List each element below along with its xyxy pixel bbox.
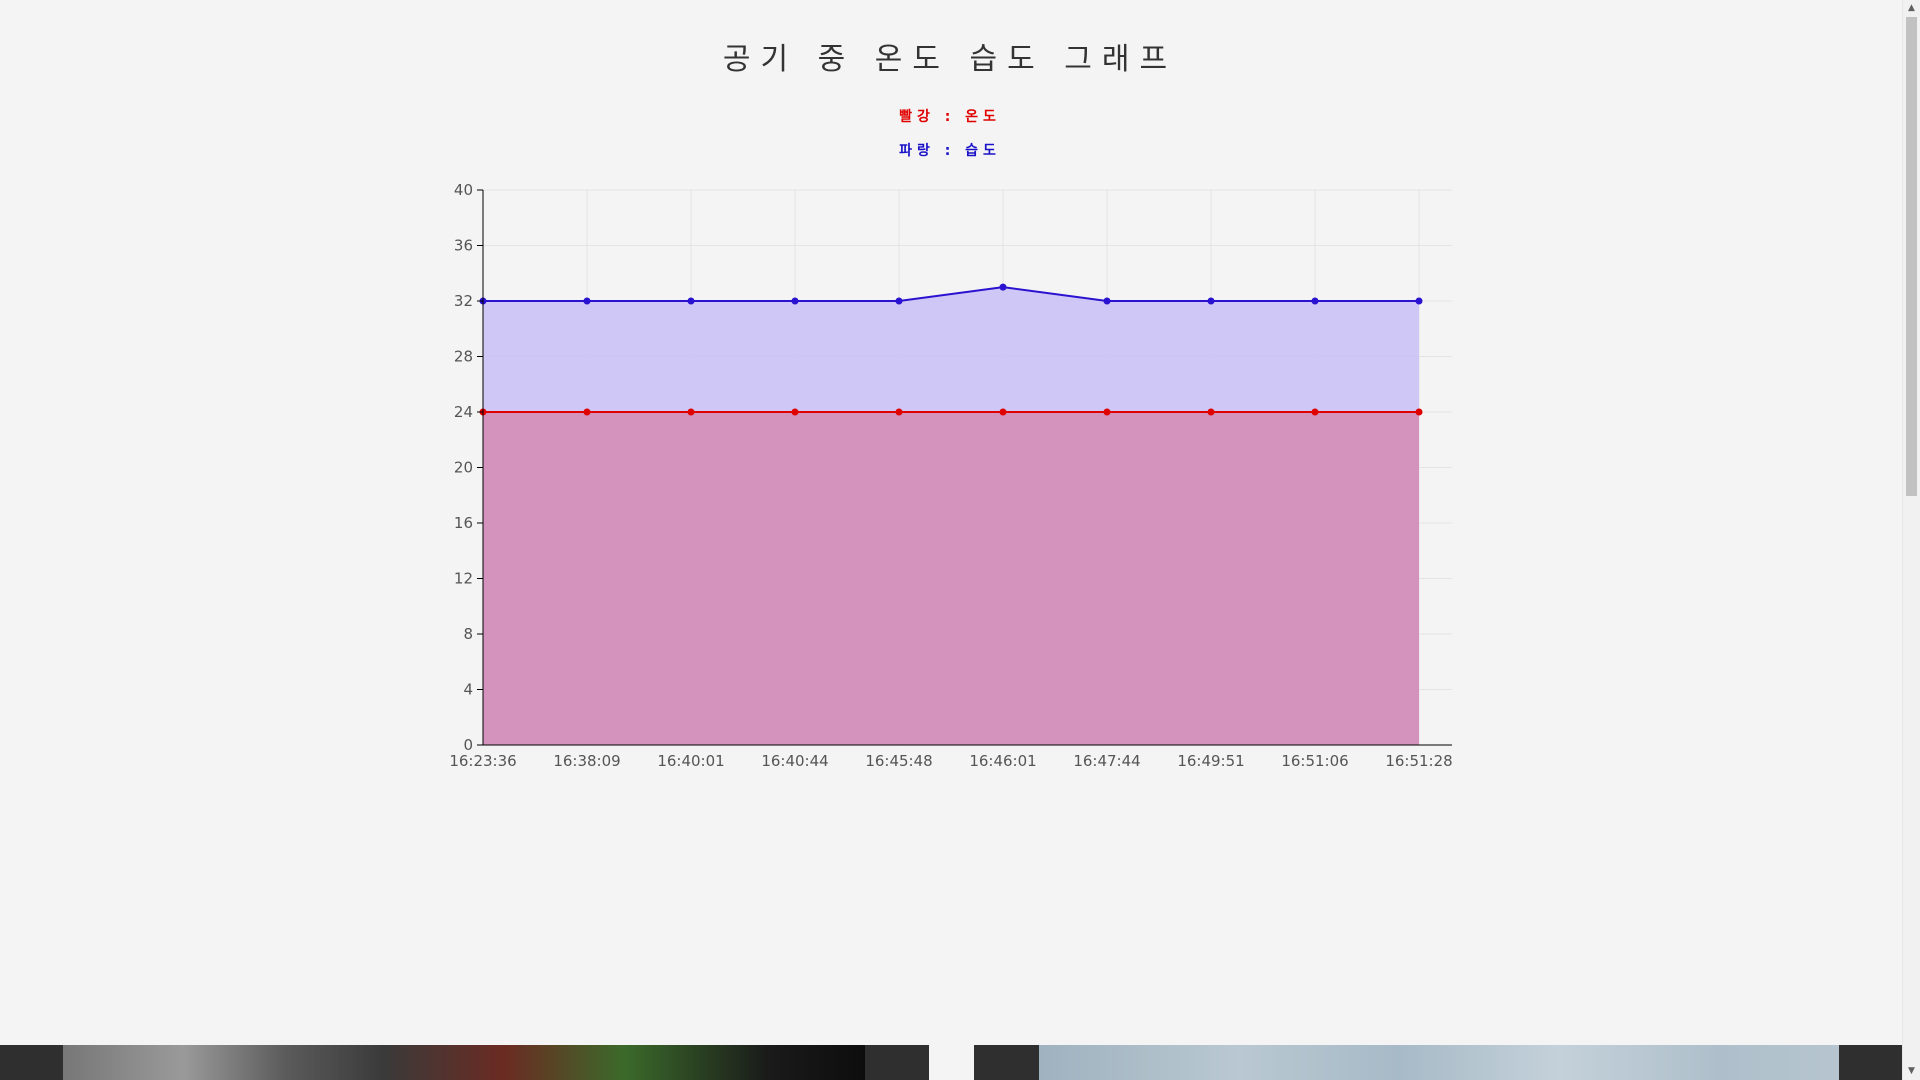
temperature-point	[1311, 408, 1319, 416]
humidity-point	[895, 297, 903, 305]
x-tick-label: 16:45:48	[865, 752, 932, 770]
x-tick-label: 16:46:01	[969, 752, 1036, 770]
humidity-point	[1207, 297, 1215, 305]
humidity-point	[583, 297, 591, 305]
y-tick-label: 32	[454, 292, 473, 310]
x-tick-label: 16:23:36	[449, 752, 516, 770]
temperature-point	[791, 408, 799, 416]
y-tick-label: 16	[454, 514, 473, 532]
temperature-point	[687, 408, 695, 416]
image-card-left[interactable]	[0, 1045, 929, 1080]
y-tick-label: 24	[454, 403, 473, 421]
x-tick-label: 16:51:06	[1281, 752, 1348, 770]
scroll-thumb[interactable]	[1906, 17, 1917, 496]
scroll-up-icon[interactable]: ▲	[1903, 0, 1920, 17]
x-tick-label: 16:38:09	[553, 752, 620, 770]
temperature-humidity-chart: 048121620242832364016:23:36 16:38:09 16:40…	[449, 181, 1452, 770]
temperature-point	[895, 408, 903, 416]
image-card-right[interactable]	[974, 1045, 1903, 1080]
temperature-point	[1103, 408, 1111, 416]
vertical-scrollbar[interactable]: ▲ ▼	[1902, 0, 1920, 1080]
temperature-point	[1207, 408, 1215, 416]
y-tick-label: 12	[454, 570, 473, 588]
temperature-area	[483, 412, 1419, 745]
temperature-point	[1415, 408, 1423, 416]
x-tick-label: 16:40:01	[657, 752, 724, 770]
temperature-point	[999, 408, 1007, 416]
y-tick-label: 8	[463, 625, 473, 643]
humidity-point	[791, 297, 799, 305]
y-tick-label: 20	[454, 459, 473, 477]
y-tick-label: 28	[454, 348, 473, 366]
humidity-point	[1311, 297, 1319, 305]
x-tick-label: 16:49:51	[1177, 752, 1244, 770]
x-tick-label: 16:51:28	[1385, 752, 1452, 770]
photo-thumbnail-icon	[63, 1045, 865, 1080]
humidity-point	[1415, 297, 1423, 305]
temperature-point	[583, 408, 591, 416]
scroll-down-icon[interactable]: ▼	[1903, 1063, 1920, 1080]
y-tick-label: 36	[454, 237, 473, 255]
humidity-point	[999, 283, 1007, 291]
photo-thumbnail-icon	[1039, 1045, 1839, 1080]
x-tick-label: 16:47:44	[1073, 752, 1140, 770]
y-tick-label: 40	[454, 181, 473, 199]
humidity-point	[1103, 297, 1111, 305]
humidity-point	[687, 297, 695, 305]
y-tick-label: 4	[463, 681, 473, 699]
x-tick-label: 16:40:44	[761, 752, 828, 770]
